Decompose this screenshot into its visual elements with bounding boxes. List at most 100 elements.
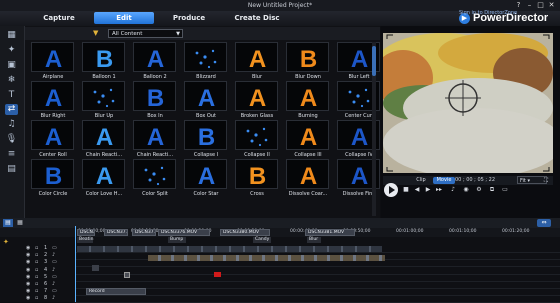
transition-thumbnail[interactable]: A (184, 81, 227, 111)
content-filter-select[interactable]: All Content ▼ (108, 29, 183, 38)
minimize-button[interactable]: – (525, 1, 534, 9)
transition-thumbnail[interactable]: A (31, 120, 74, 150)
transition-thumbnail[interactable]: B (184, 120, 227, 150)
transition-thumbnail[interactable] (184, 42, 227, 72)
stop-icon[interactable]: ■ (402, 186, 410, 194)
track-visibility-icon[interactable]: ◉ (26, 245, 30, 251)
video-clip[interactable]: DSCN37... (104, 229, 128, 236)
transition-thumbnail[interactable]: B (31, 159, 74, 189)
particle-room-icon[interactable]: ❄ (5, 75, 18, 86)
playhead[interactable] (75, 226, 76, 302)
video-clip[interactable]: DSCN3380.MOV (220, 229, 270, 236)
transition-thumbnail[interactable]: A (133, 120, 176, 150)
transition-thumbnail[interactable] (133, 159, 176, 189)
audio-mixing-icon[interactable]: ♫ (5, 119, 18, 130)
transition-thumbnail[interactable]: A (184, 159, 227, 189)
video-clip[interactable]: DSCN3... (77, 229, 95, 236)
transition-thumbnail[interactable]: A (286, 159, 329, 189)
video-clip[interactable]: DSCN3376.MOV (158, 229, 210, 236)
track-visibility-icon[interactable]: ◉ (26, 281, 30, 287)
external-preview-icon[interactable]: ▭ (501, 186, 509, 194)
pip-room-icon[interactable]: ▣ (5, 60, 18, 71)
settings-icon[interactable]: ⚙ (475, 186, 483, 194)
track-lock-icon[interactable]: ▫ (35, 295, 38, 301)
overlay-track-filmstrip[interactable] (148, 255, 385, 261)
transition-thumbnail[interactable]: B (286, 42, 329, 72)
transition-thumbnail[interactable]: A (235, 81, 278, 111)
track-visibility-icon[interactable]: ◉ (26, 274, 30, 280)
particle-clip[interactable] (214, 272, 221, 277)
track-lock-icon[interactable]: ▫ (35, 259, 38, 265)
track-lock-icon[interactable]: ▫ (35, 252, 38, 258)
overlay-clip[interactable] (124, 272, 130, 278)
track-lock-icon[interactable]: ▫ (35, 274, 38, 280)
track-visibility-icon[interactable]: ◉ (26, 295, 30, 301)
subtitle-room-icon[interactable]: ▤ (5, 164, 18, 175)
transition-thumbnail[interactable]: A (286, 120, 329, 150)
sign-in-link[interactable]: Sign in to DirectorZone (459, 10, 517, 16)
chapter-room-icon[interactable]: ≡ (5, 149, 18, 160)
fast-forward-icon[interactable]: ▸▸ (435, 186, 443, 194)
transition-thumbnail[interactable]: A (235, 42, 278, 72)
fullscreen-icon[interactable]: ⛶ (542, 177, 550, 185)
transition-room-icon[interactable]: ⇄ (5, 104, 18, 115)
transition-thumbnail[interactable]: B (235, 159, 278, 189)
chapter-marker[interactable]: Blur (307, 237, 321, 243)
tab-create-disc[interactable]: Create Disc (224, 12, 290, 24)
video-clip[interactable]: DSCN3381.MOV (305, 229, 355, 236)
transition-thumbnail[interactable]: A (31, 42, 74, 72)
effect-room-icon[interactable]: ✦ (5, 45, 18, 56)
undock-icon[interactable]: ⧉ (488, 186, 496, 194)
track-lock-icon[interactable]: ▫ (35, 245, 38, 251)
transition-thumbnail[interactable]: A (82, 120, 125, 150)
previous-frame-icon[interactable]: ◀ (413, 186, 421, 194)
storyboard-view-icon[interactable]: ▦ (15, 219, 25, 227)
transition-thumbnail[interactable] (82, 81, 125, 111)
close-button[interactable]: ✕ (547, 1, 556, 9)
clip-mode-tab[interactable]: Clip (411, 177, 431, 184)
media-room-icon[interactable]: ▦ (5, 30, 18, 41)
track-lock-icon[interactable]: ▫ (35, 267, 38, 273)
library-filter-icon[interactable]: ▼ (93, 29, 105, 38)
overlay-clip[interactable] (92, 265, 99, 271)
tab-edit[interactable]: Edit (94, 12, 154, 24)
track-lock-icon[interactable]: ▫ (35, 288, 38, 294)
track-effect-icon: ✦ (3, 238, 9, 246)
play-button[interactable] (384, 183, 398, 197)
chapter-marker[interactable]: Bump (168, 237, 186, 243)
transition-thumbnail[interactable]: A (31, 81, 74, 111)
tab-capture[interactable]: Capture (34, 12, 84, 24)
track-number: 1 (44, 245, 48, 251)
volume-icon[interactable]: ♪ (449, 186, 457, 194)
library-scroll-thumb[interactable] (372, 46, 376, 76)
track-lock-icon[interactable]: ▫ (35, 281, 38, 287)
transition-thumbnail[interactable]: A (286, 81, 329, 111)
title-room-icon[interactable]: T (5, 90, 18, 101)
video-clip[interactable]: DSCN37... (132, 229, 156, 236)
audio-clip[interactable]: Record (86, 288, 146, 295)
maximize-button[interactable]: □ (536, 1, 545, 9)
tab-produce[interactable]: Produce (163, 12, 215, 24)
transition-thumbnail[interactable]: B (133, 81, 176, 111)
track-visibility-icon[interactable]: ◉ (26, 252, 30, 258)
timeline-view-icon[interactable]: ▤ (3, 219, 13, 227)
voiceover-icon[interactable]: 🎙 (5, 134, 18, 145)
video-track-icon: ▭ (52, 288, 57, 295)
video-track-filmstrip[interactable] (77, 246, 382, 252)
transition-thumbnail[interactable] (235, 120, 278, 150)
transition-thumbnail[interactable]: B (82, 42, 125, 72)
track-visibility-icon[interactable]: ◉ (26, 288, 30, 294)
next-frame-icon[interactable]: ▶ (424, 186, 432, 194)
track-visibility-icon[interactable]: ◉ (26, 259, 30, 265)
snapshot-icon[interactable]: ◉ (462, 186, 470, 194)
track-divider (75, 280, 560, 282)
chapter-marker[interactable]: Beatin (77, 237, 93, 243)
track-visibility-icon[interactable]: ◉ (26, 267, 30, 273)
chapter-marker[interactable]: Candy (253, 237, 271, 243)
movie-mode-tab[interactable]: Movie (433, 177, 455, 184)
help-button[interactable]: ? (514, 1, 523, 9)
transition-label: Chain Reacti... (136, 152, 174, 158)
fit-timeline-icon[interactable]: ⇔ (537, 219, 551, 227)
transition-thumbnail[interactable]: A (133, 42, 176, 72)
transition-thumbnail[interactable]: A (82, 159, 125, 189)
